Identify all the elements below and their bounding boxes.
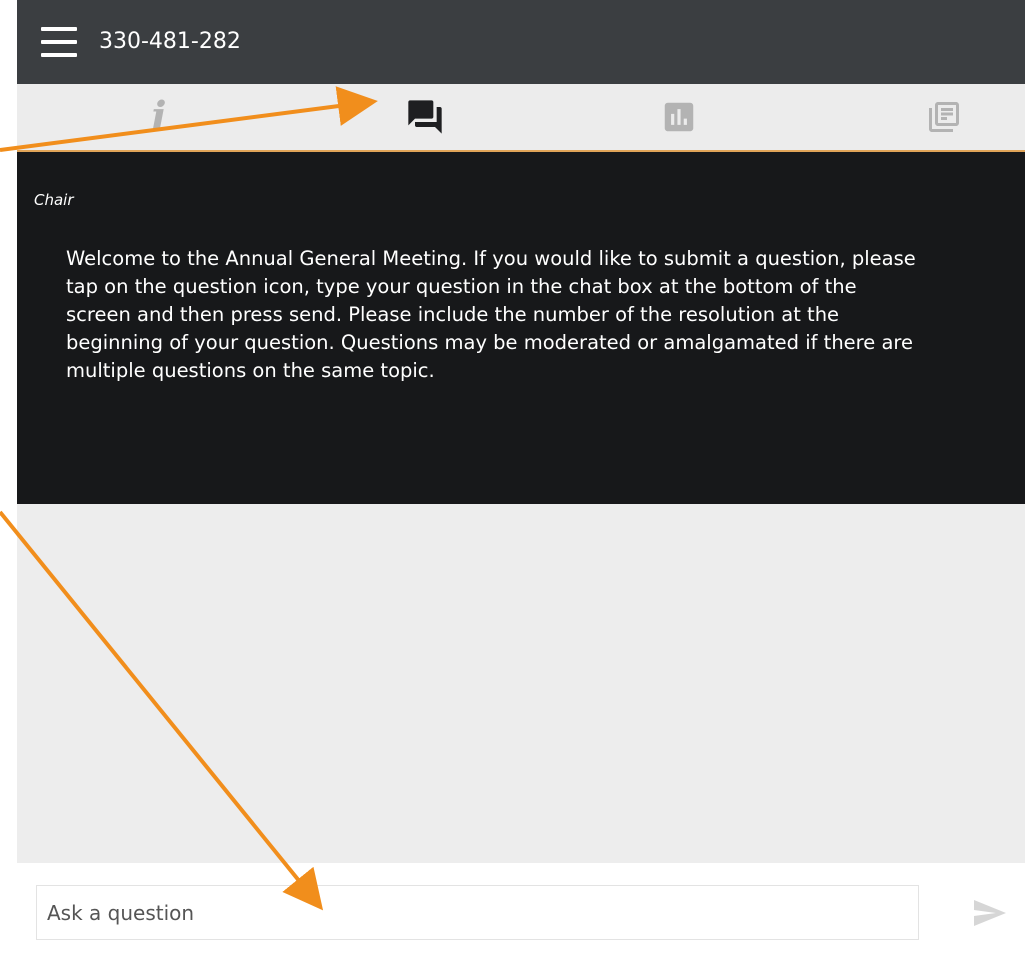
message-sender: Chair bbox=[34, 191, 74, 209]
meeting-id: 330-481-282 bbox=[99, 29, 241, 54]
tab-documents[interactable] bbox=[904, 84, 984, 150]
top-bar: 330-481-282 bbox=[17, 0, 1025, 84]
message-text: Welcome to the Annual General Meeting. I… bbox=[66, 247, 916, 382]
bar-chart-icon bbox=[664, 102, 694, 132]
question-input[interactable] bbox=[36, 885, 919, 940]
send-icon bbox=[974, 900, 1006, 926]
tab-polls[interactable] bbox=[639, 84, 719, 150]
composer-bar bbox=[17, 863, 1025, 955]
tab-info[interactable]: i bbox=[119, 84, 199, 150]
chat-message: Chair Welcome to the Annual General Meet… bbox=[17, 152, 1025, 504]
documents-icon bbox=[929, 102, 959, 132]
hamburger-icon[interactable] bbox=[41, 27, 77, 57]
chat-icon bbox=[408, 100, 442, 134]
info-icon: i bbox=[151, 93, 167, 140]
send-button[interactable] bbox=[970, 893, 1010, 933]
tab-questions[interactable] bbox=[385, 84, 465, 150]
app-window: 330-481-282 i Chair Welcome to the Annua… bbox=[17, 0, 1025, 955]
tab-bar: i bbox=[17, 84, 1025, 152]
